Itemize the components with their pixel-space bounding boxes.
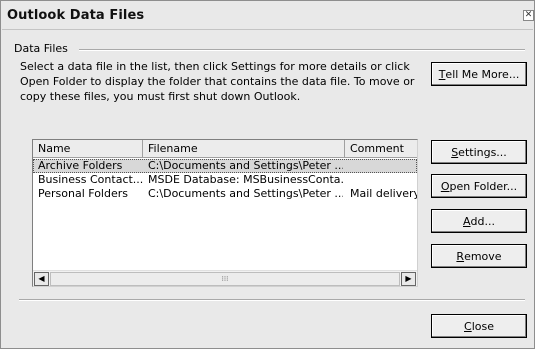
cell-filename: C:\Documents and Settings\Peter ... (148, 187, 343, 200)
column-header-filename[interactable]: Filename (143, 140, 345, 157)
button-label-post: dd... (470, 214, 495, 228)
access-key: C (464, 319, 472, 333)
close-icon[interactable]: ✕ (523, 10, 534, 21)
title-separator (2, 29, 533, 30)
close-button[interactable]: Close (431, 314, 527, 338)
horizontal-scrollbar[interactable]: ◀ ⁞⁞⁞ ▶ (33, 270, 417, 286)
cell-comment: Mail delivery (350, 187, 418, 200)
list-row[interactable]: Archive Folders C:\Documents and Settings… (33, 159, 417, 173)
open-folder-button[interactable]: Open Folder... (431, 174, 527, 198)
access-key: R (456, 249, 465, 263)
tell-me-more-button[interactable]: Tell Me More... (431, 62, 527, 86)
scroll-thumb[interactable]: ⁞⁞⁞ (50, 272, 400, 286)
scroll-right-icon[interactable]: ▶ (401, 272, 416, 286)
access-key: O (440, 179, 450, 193)
instructions-text: Select a data file in the list, then cli… (20, 60, 415, 103)
dialog-title: Outlook Data Files (7, 8, 145, 23)
add-button[interactable]: Add... (431, 209, 527, 233)
button-label-post: pen Folder... (449, 179, 518, 193)
scroll-left-icon[interactable]: ◀ (34, 272, 49, 286)
title-bar: Outlook Data Files ✕ (1, 1, 534, 29)
settings-button[interactable]: Settings... (431, 140, 527, 164)
list-row[interactable]: Business Contact... MSDE Database: MSBusi… (33, 173, 417, 187)
column-header-comment[interactable]: Comment (345, 140, 417, 157)
cell-filename: MSDE Database: MSBusinessConta... (148, 173, 343, 186)
group-label: Data Files (14, 42, 68, 55)
list-header: Name Filename Comment (33, 140, 417, 158)
group-divider (79, 49, 525, 51)
cell-filename: C:\Documents and Settings\Peter ... (148, 159, 343, 172)
button-label-post: emove (464, 249, 502, 263)
column-header-name[interactable]: Name (33, 140, 143, 157)
cell-name: Business Contact... (38, 173, 144, 186)
button-label-post: lose (471, 319, 494, 333)
button-label-post: ettings... (458, 145, 507, 159)
access-key: S (451, 145, 459, 159)
data-files-list[interactable]: Name Filename Comment Archive Folders C:\… (32, 139, 418, 287)
button-label-post: ell Me More... (445, 67, 520, 81)
outlook-data-files-dialog: Outlook Data Files ✕ Data Files Select a… (0, 0, 535, 349)
cell-name: Archive Folders (38, 159, 123, 172)
list-row[interactable]: Personal Folders C:\Documents and Setting… (33, 187, 417, 201)
remove-button[interactable]: Remove (431, 244, 527, 268)
access-key: T (438, 67, 446, 81)
bottom-divider (19, 299, 525, 301)
cell-name: Personal Folders (38, 187, 128, 200)
access-key: A (463, 214, 471, 228)
